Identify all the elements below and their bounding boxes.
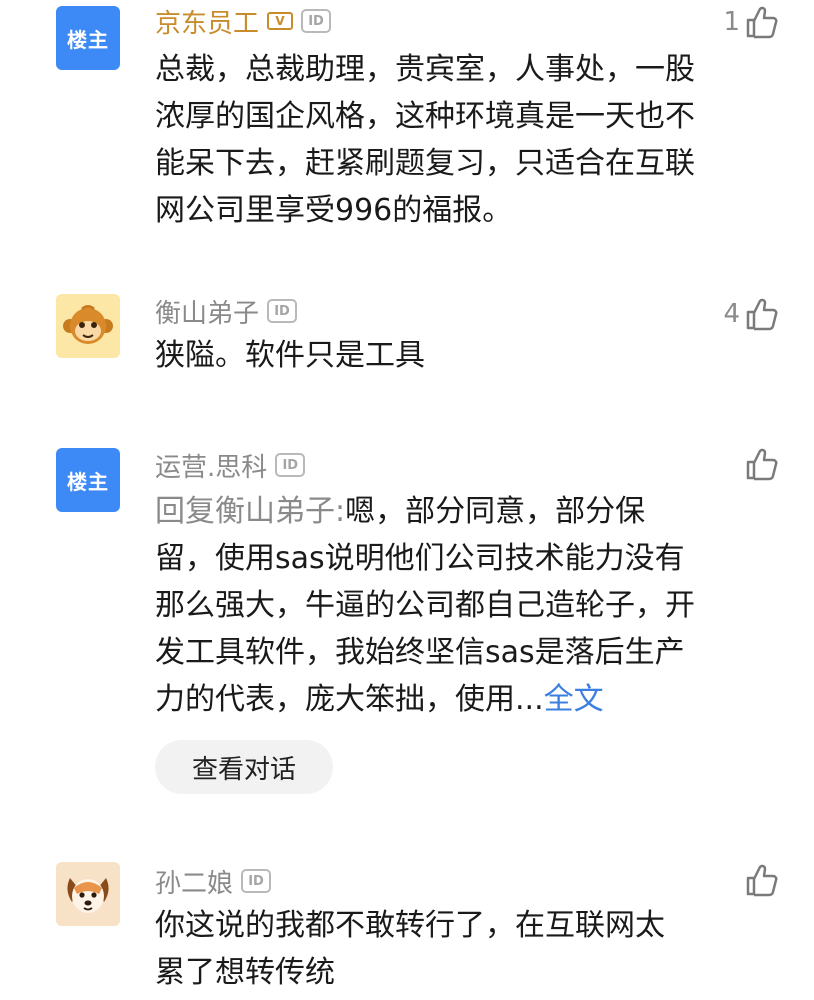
username[interactable]: 京东员工 — [155, 3, 259, 40]
dog-avatar-icon — [56, 862, 120, 926]
id-badge: ID — [241, 869, 272, 893]
comment-text: 你这说的我都不敢转行了，在互联网太累了想转传统 — [155, 908, 665, 990]
comment-text: 回复衡山弟子:嗯，部分同意，部分保留，使用sas说明他们公司技术能力没有那么强大… — [155, 488, 695, 723]
like-count: 4 — [723, 299, 740, 329]
like-count: 1 — [723, 7, 740, 37]
monkey-avatar-icon — [56, 294, 120, 358]
id-badge: ID — [267, 299, 298, 323]
expand-full-text-link[interactable]: 全文 — [544, 682, 604, 717]
comment-header: 孙二娘 ID — [155, 863, 272, 900]
view-conversation-button[interactable]: 查看对话 — [155, 740, 333, 794]
id-badge: ID — [301, 9, 332, 33]
user-avatar[interactable] — [56, 862, 120, 926]
comment-text: 狭隘。软件只是工具 — [155, 338, 425, 373]
like-button[interactable] — [740, 444, 780, 484]
username[interactable]: 孙二娘 — [155, 863, 233, 900]
thumbs-up-icon — [744, 862, 780, 898]
owner-avatar-badge[interactable]: 楼主 — [56, 448, 120, 512]
like-button[interactable]: 1 — [723, 2, 780, 42]
username[interactable]: 衡山弟子 — [155, 293, 259, 330]
like-button[interactable] — [740, 860, 780, 900]
comment-header: 衡山弟子 ID — [155, 293, 298, 330]
owner-avatar-badge[interactable]: 楼主 — [56, 6, 120, 70]
id-badge: ID — [275, 453, 306, 477]
username[interactable]: 运营.思科 — [155, 447, 267, 484]
reply-to-label[interactable]: 回复衡山弟子: — [155, 494, 345, 529]
comment-header: 运营.思科 ID — [155, 447, 306, 484]
verified-icon: V — [267, 12, 294, 30]
user-avatar[interactable] — [56, 294, 120, 358]
comment-text: 总裁，总裁助理，贵宾室，人事处，一股浓厚的国企风格，这种环境真是一天也不能呆下去… — [155, 52, 695, 228]
like-button[interactable]: 4 — [723, 294, 780, 334]
thumbs-up-icon — [744, 446, 780, 482]
thumbs-up-icon — [744, 4, 780, 40]
thumbs-up-icon — [744, 296, 780, 332]
comment-header: 京东员工 V ID — [155, 3, 332, 40]
